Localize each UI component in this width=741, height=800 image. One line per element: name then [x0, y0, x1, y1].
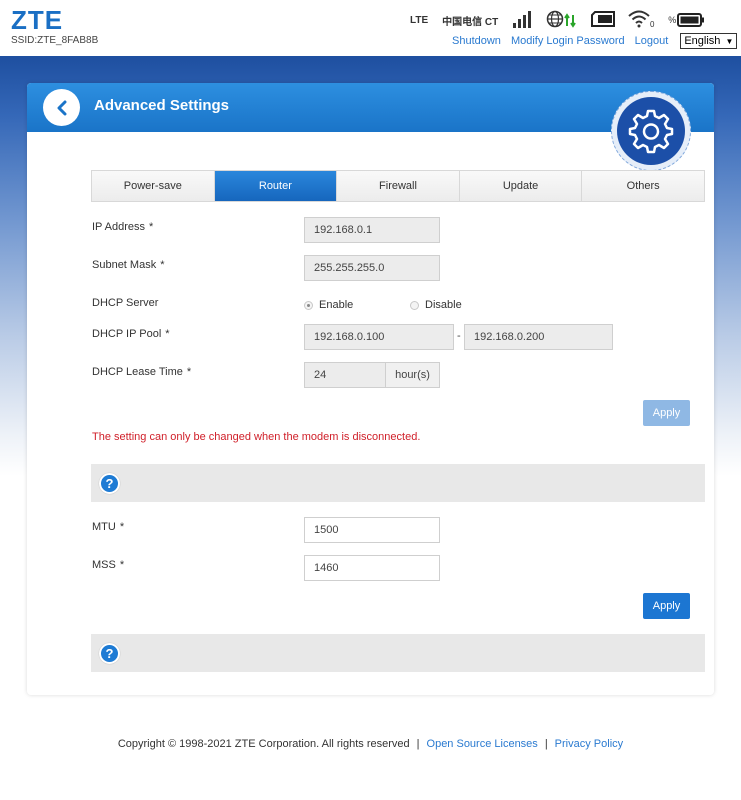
mtu-label: MTU [92, 521, 116, 533]
subnet-mask-label: Subnet Mask [92, 259, 157, 271]
network-type: LTE [410, 14, 429, 26]
settings-badge [611, 91, 691, 171]
ip-address-row: IP Address * 192.168.0.1 [92, 217, 692, 243]
status-bar: LTE 中国电信 CT 0 % [410, 10, 717, 30]
radio-dot [410, 300, 419, 310]
modify-login-password-link[interactable]: Modify Login Password [511, 35, 625, 47]
privacy-policy-link[interactable]: Privacy Policy [555, 738, 623, 750]
copyright-text: Copyright © 1998-2021 ZTE Corporation. A… [117, 738, 410, 750]
dhcp-ip-pool-row: DHCP IP Pool * 192.168.0.100 - 192.168.0.… [92, 324, 692, 350]
mss-label: MSS [92, 559, 116, 571]
mtu-input[interactable]: 1500 [304, 517, 440, 543]
footer-separator: | [544, 738, 548, 750]
required-mark: * [149, 221, 154, 233]
required-mark: * [119, 559, 125, 571]
top-header: ZTE SSID:ZTE_8FAB8B LTE 中国电信 CT 0 % Shut… [0, 0, 741, 56]
required-mark: * [119, 521, 125, 533]
tab-firewall[interactable]: Firewall [337, 171, 460, 201]
subnet-mask-input[interactable]: 255.255.255.0 [304, 255, 440, 281]
logout-link[interactable]: Logout [635, 35, 669, 47]
dhcp-server-row: DHCP Server Enable Disable [92, 293, 692, 319]
page-title: Advanced Settings [94, 97, 230, 114]
mss-input[interactable]: 1460 [304, 555, 440, 581]
sim-card-icon [590, 10, 616, 31]
dhcp-server-label: DHCP Server [92, 297, 159, 309]
dhcp-pool-end-input[interactable]: 192.168.0.200 [464, 324, 613, 350]
lease-time-unit: hour(s) [385, 362, 440, 388]
carrier-name: 中国电信 CT [442, 16, 499, 28]
dhcp-lease-time-label: DHCP Lease Time [92, 366, 183, 378]
dhcp-enable-radio[interactable]: Enable [304, 299, 353, 311]
required-mark: * [165, 328, 170, 340]
dhcp-enable-label: Enable [319, 299, 354, 311]
ip-address-label: IP Address [92, 221, 145, 233]
tab-others[interactable]: Others [582, 171, 704, 201]
mtu-help-bar: ? [91, 634, 705, 672]
dhcp-disable-radio[interactable]: Disable [410, 299, 462, 311]
help-icon[interactable]: ? [99, 473, 120, 494]
dhcp-lease-time-input[interactable]: 24 [304, 362, 386, 388]
disconnect-notice: The setting can only be changed when the… [92, 431, 421, 443]
required-mark: * [186, 366, 192, 378]
battery-icon: % [668, 12, 705, 28]
subnet-mask-row: Subnet Mask * 255.255.255.0 [92, 255, 692, 281]
router-apply-button[interactable]: Apply [643, 400, 690, 426]
mss-row: MSS * 1460 [92, 555, 692, 581]
shutdown-link[interactable]: Shutdown [452, 35, 501, 47]
dhcp-lease-time-row: DHCP Lease Time * 24 hour(s) [92, 362, 692, 388]
tab-power-save[interactable]: Power-save [92, 171, 215, 201]
range-separator: - [457, 330, 461, 342]
tab-update[interactable]: Update [460, 171, 583, 201]
chevron-left-icon [57, 100, 66, 115]
signal-strength-icon [512, 10, 534, 31]
language-select[interactable]: English ▼ [680, 33, 738, 49]
footer: Copyright © 1998-2021 ZTE Corporation. A… [0, 738, 741, 750]
radio-dot [304, 300, 313, 310]
dhcp-disable-label: Disable [425, 299, 462, 311]
header-links: Shutdown Modify Login Password Logout En… [452, 33, 738, 49]
footer-separator: | [416, 738, 420, 750]
wifi-icon: 0 [628, 10, 656, 31]
chevron-down-icon: ▼ [725, 37, 734, 46]
language-value: English [684, 35, 721, 47]
settings-tabs: Power-save Router Firewall Update Others [91, 170, 705, 202]
advanced-settings-panel: Advanced Settings Power-save Router Fire… [27, 83, 714, 695]
zte-logo: ZTE [11, 5, 64, 35]
dhcp-pool-start-input[interactable]: 192.168.0.100 [304, 324, 454, 350]
internet-globe-icon [546, 10, 578, 31]
tab-router[interactable]: Router [214, 171, 338, 201]
ssid-label: SSID:ZTE_8FAB8B [11, 35, 99, 46]
back-button[interactable] [43, 89, 80, 126]
required-mark: * [160, 259, 165, 271]
ip-address-input[interactable]: 192.168.0.1 [304, 217, 440, 243]
gear-icon [628, 109, 674, 154]
mtu-row: MTU * 1500 [92, 517, 692, 543]
dhcp-ip-pool-label: DHCP IP Pool [92, 328, 162, 340]
mtu-apply-button[interactable]: Apply [643, 593, 690, 619]
battery-percent-label: % [668, 15, 677, 25]
open-source-licenses-link[interactable]: Open Source Licenses [427, 738, 538, 750]
svg-text:0: 0 [650, 20, 655, 28]
help-icon[interactable]: ? [99, 643, 120, 664]
router-help-bar: ? [91, 464, 705, 502]
